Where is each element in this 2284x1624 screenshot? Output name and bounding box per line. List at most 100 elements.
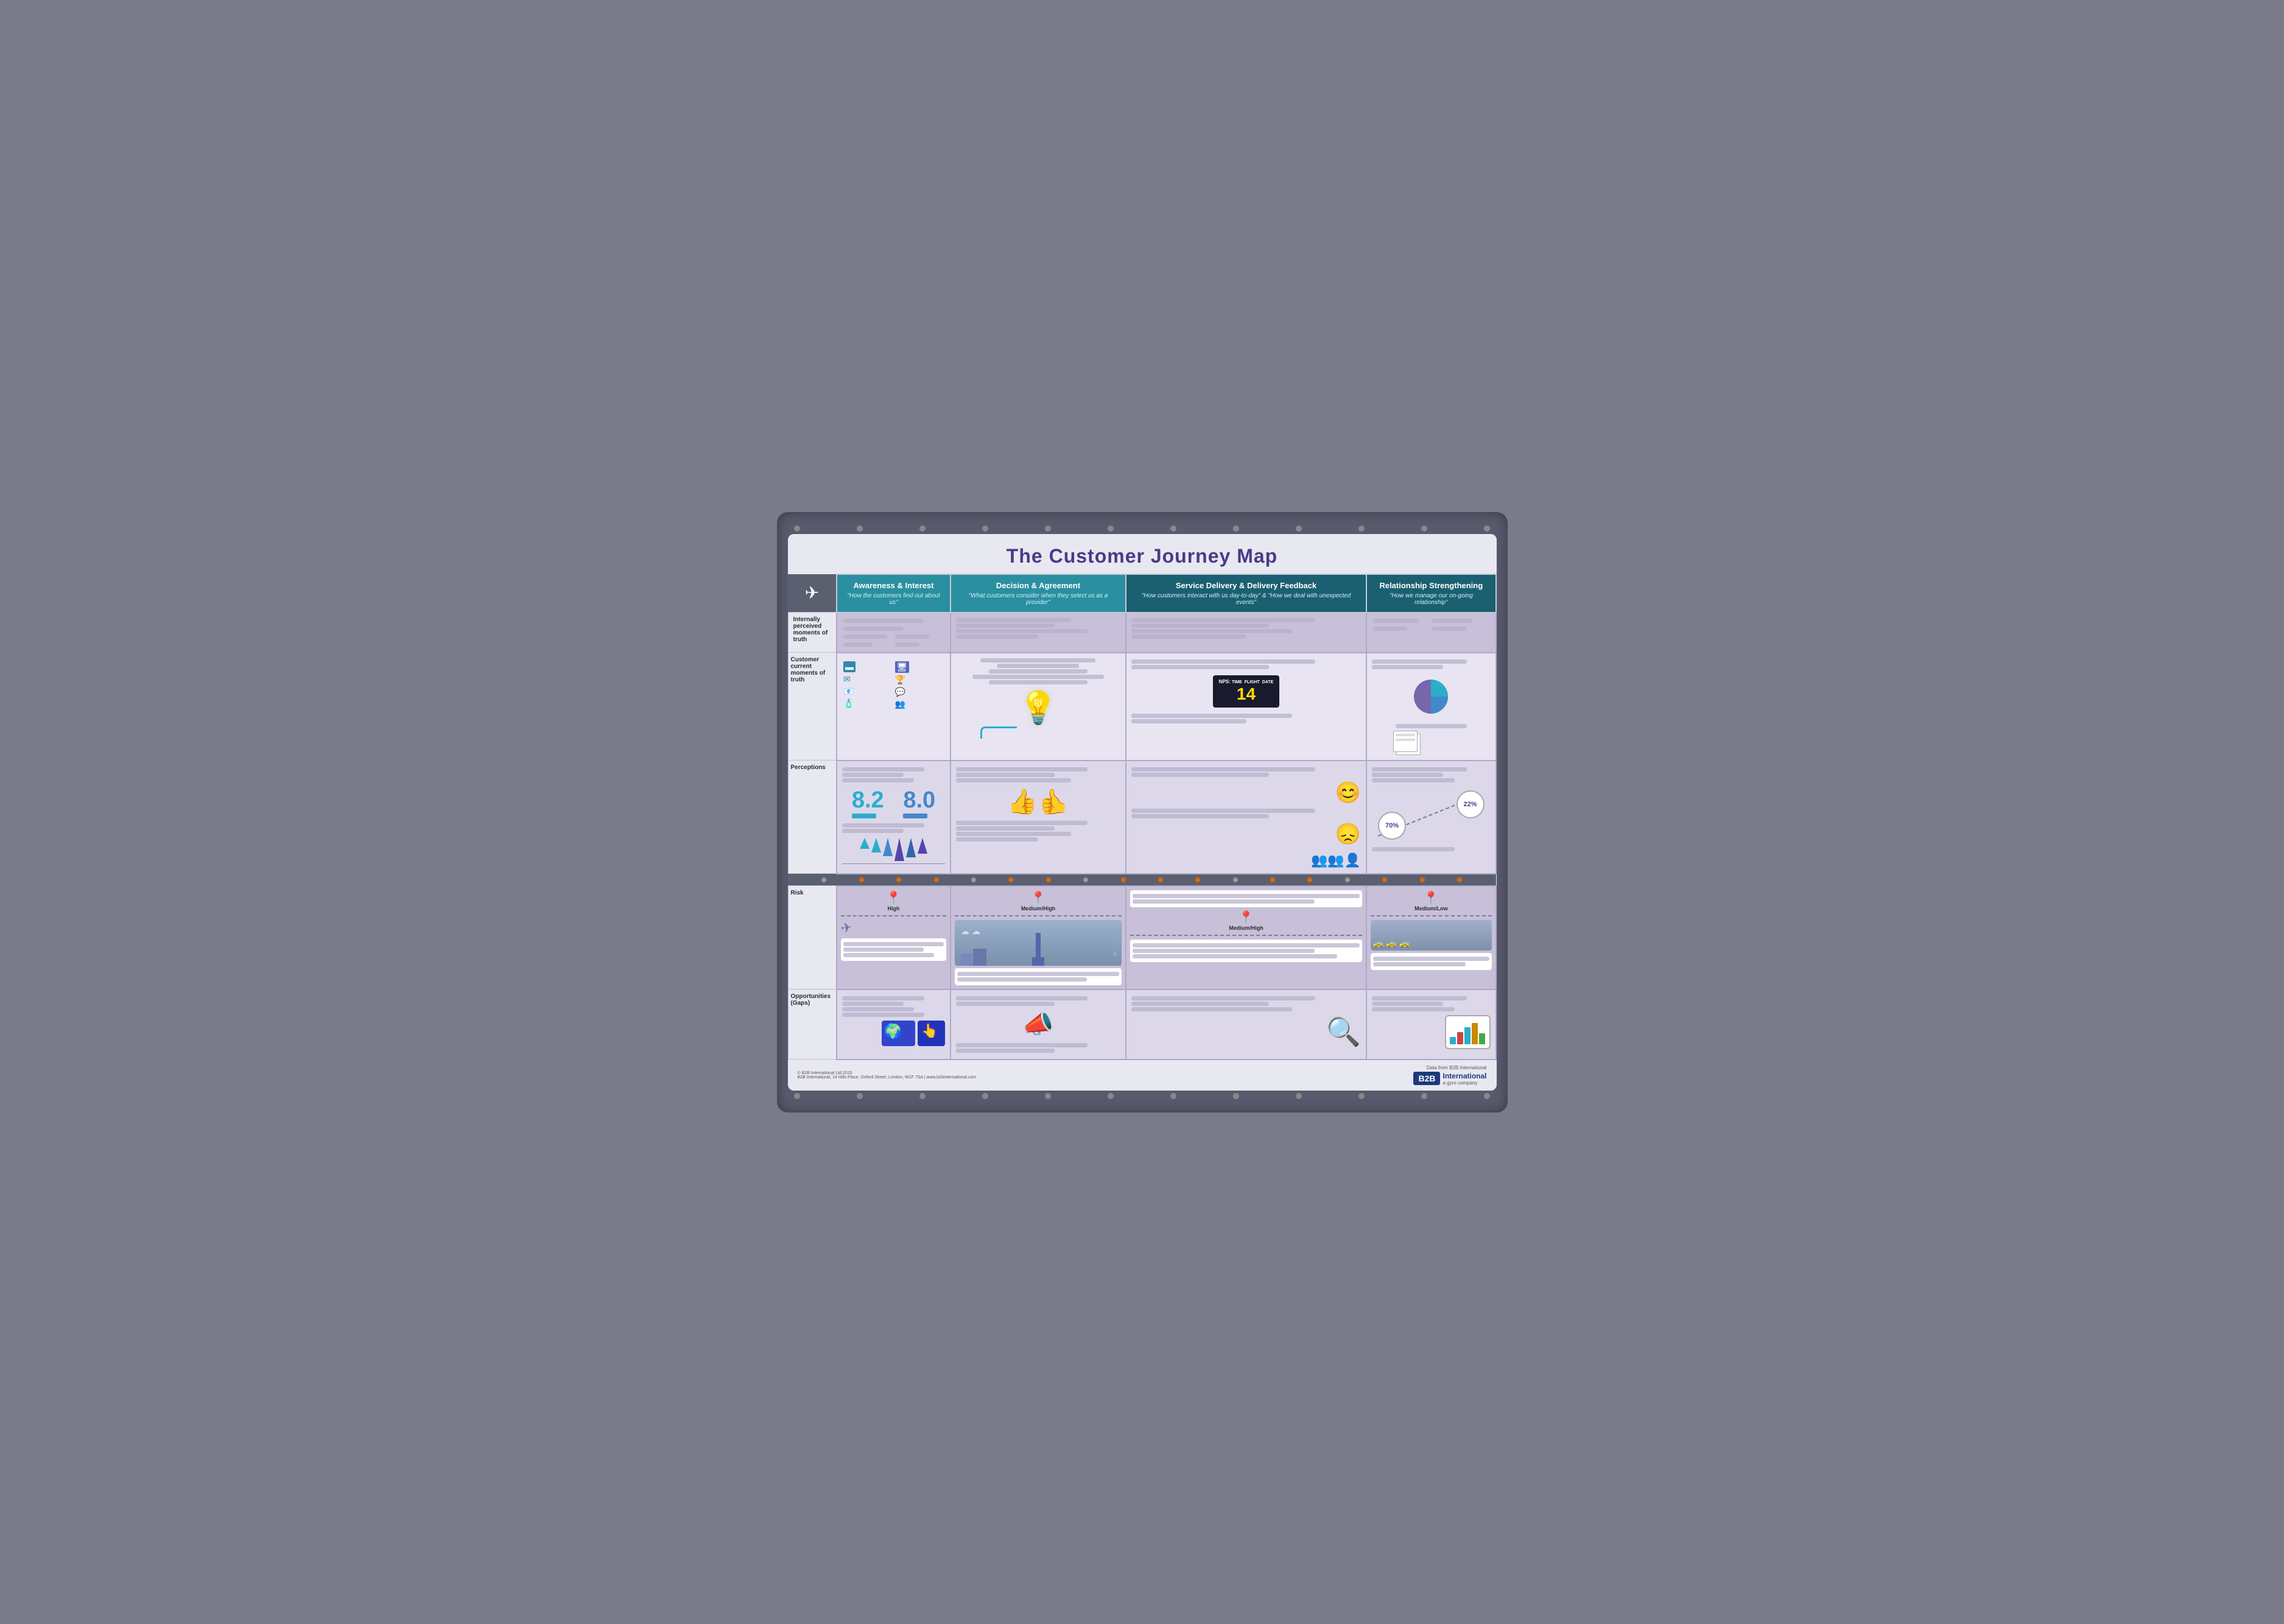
risk-level-awareness: High (841, 905, 946, 912)
smiley-sad: 😞 (1131, 820, 1361, 849)
col-header-awareness: Awareness & Interest "How the customers … (837, 574, 950, 613)
score-left-value: 8.2 (852, 787, 884, 814)
cell-opps-service: 🔍 (1126, 990, 1366, 1060)
dot (1108, 526, 1114, 532)
journey-table: ✈ Awareness & Interest "How the customer… (788, 574, 1497, 1060)
pin-icon-awareness: 📍 (886, 891, 901, 905)
col-header-service: Service Delivery & Delivery Feedback "Ho… (1126, 574, 1366, 613)
cell-perceptions-decision: 👍 👍 (950, 761, 1126, 874)
pin-high: 📍 High (841, 890, 946, 912)
happy-face-icon: 😊 (1335, 781, 1361, 804)
airplane-icon: ✈ (840, 919, 854, 937)
bottle-icon: 🧴 (843, 698, 854, 709)
scores-visual: 8.2 8.0 (842, 787, 945, 818)
dot (1358, 1093, 1365, 1099)
row-internally: Internally perceived moments of truth (788, 613, 1496, 653)
bulb-icon: 💡 (956, 689, 1120, 726)
bar-4 (1472, 1023, 1478, 1044)
lightbulb-visual: 💡 (956, 687, 1120, 741)
globe-visual: 🌍 👆 (842, 1021, 945, 1047)
map-icon: 🌍 (882, 1021, 915, 1046)
data-source: Data from B2B International (1427, 1065, 1487, 1070)
plane-decision-icon: ✈ (1111, 949, 1119, 960)
header-row: ✈ Awareness & Interest "How the customer… (788, 574, 1496, 613)
dot (919, 526, 926, 532)
cell-internally-relationship (1366, 613, 1495, 653)
dashed-line-relationship (1371, 915, 1491, 916)
megaphone-visual: 📣 (956, 1010, 1120, 1039)
dot (1233, 1093, 1239, 1099)
speech-bubble-awareness (841, 938, 946, 961)
cell-customer-service: NPS: TIME FLIGHT DATE 14 (1126, 653, 1366, 761)
cell-opps-relationship (1366, 990, 1495, 1060)
score-bar-right (903, 814, 927, 818)
pct-70-badge: 70% (1378, 812, 1406, 840)
taxi-icon-3: 🚕 (1399, 938, 1410, 948)
orange-dots (788, 876, 1496, 884)
speech-bubble-service-top (1130, 890, 1362, 907)
cell-customer-relationship (1366, 653, 1495, 761)
cell-risk-decision: 📍 Medium/High (950, 886, 1126, 990)
col-header-relationship: Relationship Strengthening "How we manag… (1366, 574, 1495, 613)
pin-icon-relationship: 📍 (1424, 891, 1439, 905)
speech-bubble-relationship (1371, 953, 1491, 970)
taxi-scene: 🚕 🚕 🚕 (1371, 920, 1491, 951)
cell-customer-awareness: ▬ ✉ 📧 (837, 653, 950, 761)
logo-caption: a gyro company (1442, 1080, 1486, 1086)
megaphone-icon: 📣 (1022, 1010, 1054, 1038)
label-internally: Internally perceived moments of truth (788, 613, 837, 653)
pin-medium-low: 📍 Medium/Low (1371, 890, 1491, 912)
email-icon: 📧 (843, 686, 854, 697)
cell-internally-service (1126, 613, 1366, 653)
cell-perceptions-relationship: 70% 22% (1366, 761, 1495, 874)
address-text: B2B International, 14 Hills Place, Oxfor… (798, 1075, 977, 1080)
touch-icon: 👆 (918, 1021, 945, 1046)
label-opportunities: Opportunities (Gaps) (788, 990, 837, 1060)
bottom-dots (788, 1091, 1497, 1102)
dashed-line-service (1130, 935, 1362, 936)
label-customer: Customer current moments of truth (788, 653, 837, 761)
pin-icon-decision: 📍 (1030, 891, 1045, 905)
cell-risk-awareness: 📍 High ✈ (837, 886, 950, 990)
row-opportunities: Opportunities (Gaps) 🌍 👆 (788, 990, 1496, 1060)
dot (919, 1093, 926, 1099)
dot (1170, 526, 1176, 532)
score-left: 8.2 (852, 787, 884, 818)
nps-number: 14 (1219, 684, 1274, 704)
cell-perceptions-service: 😊 😞 👥👥👤 (1126, 761, 1366, 874)
pin-medium-high-service: 📍 Medium/High (1130, 910, 1362, 931)
row-perceptions: Perceptions 8.2 8.0 (788, 761, 1496, 874)
dot (1296, 1093, 1302, 1099)
dot (794, 1093, 800, 1099)
col-header-decision-sub: "What customers consider when they selec… (956, 592, 1120, 606)
magnifier-icon: 🔍 (1326, 1016, 1361, 1047)
col-header-service-label: Service Delivery & Delivery Feedback (1176, 581, 1316, 590)
bar-2 (1457, 1032, 1463, 1044)
b2b-logo: B2B (1413, 1072, 1440, 1085)
copyright-text: © B2B International Ltd 2015 (798, 1071, 977, 1075)
percentage-visual: 70% 22% (1372, 787, 1490, 842)
chat-icon: 💬 (895, 687, 905, 697)
col-header-awareness-label: Awareness & Interest (854, 581, 934, 590)
sad-face-icon: 😞 (1335, 823, 1361, 846)
taxi-icon-2: 🚕 (1386, 938, 1397, 948)
cell-internally-awareness (837, 613, 950, 653)
inner-frame: The Customer Journey Map ✈ Awareness & I… (788, 534, 1497, 1091)
outer-frame: The Customer Journey Map ✈ Awareness & I… (777, 512, 1508, 1113)
separator-row (788, 874, 1496, 886)
dashed-line-awareness (841, 915, 946, 916)
search-visual: 🔍 (1131, 1015, 1361, 1049)
cell-perceptions-awareness: 8.2 8.0 (837, 761, 950, 874)
title-bar: The Customer Journey Map (788, 534, 1497, 574)
dot (1045, 1093, 1051, 1099)
people-icon: 👥 (895, 699, 905, 709)
risk-level-relationship: Medium/Low (1371, 905, 1491, 912)
bar-5 (1479, 1033, 1485, 1044)
dot (982, 526, 988, 532)
footer-left: © B2B International Ltd 2015 B2B Interna… (798, 1071, 977, 1080)
logo-text-area: International a gyro company (1442, 1072, 1486, 1086)
dashed-line-decision (955, 915, 1122, 916)
speech-bubble-service-bot (1130, 940, 1362, 962)
card-icon: ▬ (843, 661, 856, 672)
chart-tablet (1445, 1015, 1491, 1049)
